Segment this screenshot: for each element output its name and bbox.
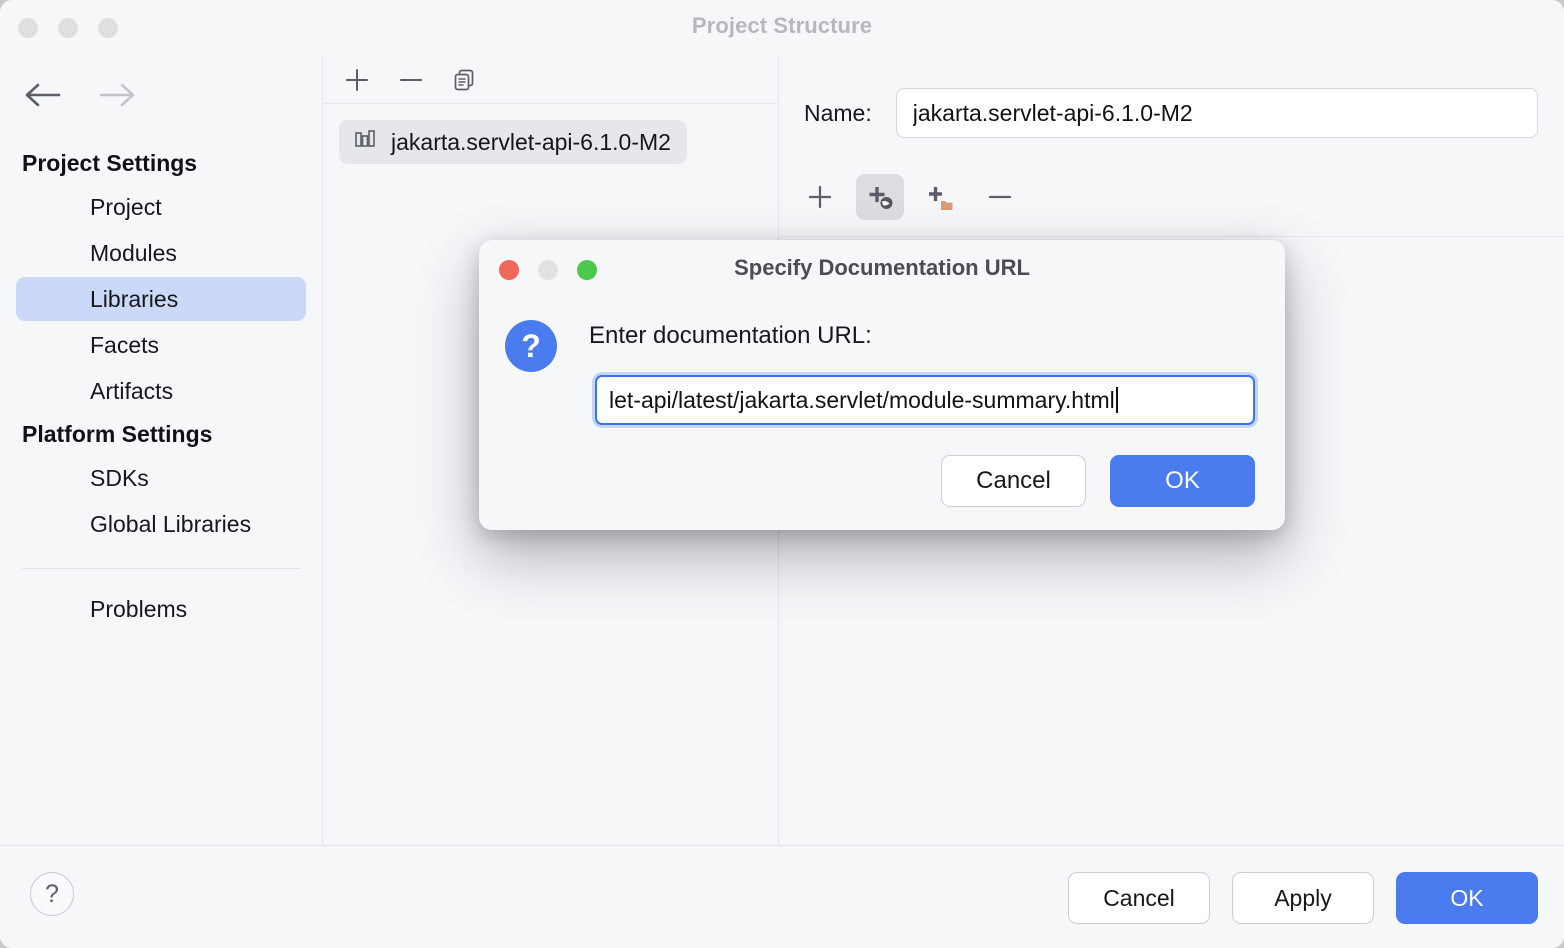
sidebar-list: Project Settings Project Modules Librari… — [0, 142, 322, 633]
sidebar-divider — [22, 568, 300, 569]
sidebar-item-project[interactable]: Project — [16, 185, 306, 229]
sidebar-item-global-libraries[interactable]: Global Libraries — [16, 502, 306, 546]
dialog-ok-button[interactable]: OK — [1110, 455, 1255, 507]
sidebar-item-libraries[interactable]: Libraries — [16, 277, 306, 321]
minus-icon[interactable] — [976, 174, 1024, 220]
minus-icon[interactable] — [391, 62, 431, 98]
dialog-prompt-label: Enter documentation URL: — [589, 322, 872, 350]
arrow-left-icon[interactable] — [22, 74, 64, 116]
dialog-bottom-bar: ? Cancel Apply OK — [0, 845, 1564, 948]
libraries-toolbar — [323, 56, 778, 104]
apply-button[interactable]: Apply — [1232, 872, 1374, 924]
roots-divider — [780, 236, 1564, 237]
dialog-title: Specify Documentation URL — [479, 255, 1285, 281]
name-row: Name: — [804, 88, 1538, 138]
sidebar-item-sdks[interactable]: SDKs — [16, 456, 306, 500]
name-input[interactable] — [896, 88, 1538, 138]
library-item-label: jakarta.servlet-api-6.1.0-M2 — [391, 129, 671, 156]
sidebar-item-problems[interactable]: Problems — [16, 587, 306, 631]
ok-button[interactable]: OK — [1396, 872, 1538, 924]
plus-folder-icon[interactable] — [916, 174, 964, 220]
plus-icon[interactable] — [337, 62, 377, 98]
name-label: Name: — [804, 100, 872, 127]
roots-toolbar — [796, 174, 1024, 220]
copy-icon[interactable] — [445, 62, 485, 98]
navigation-controls — [22, 74, 138, 116]
window-title: Project Structure — [0, 13, 1564, 39]
documentation-url-input[interactable]: let-api/latest/jakarta.servlet/module-su… — [595, 375, 1255, 425]
library-icon — [353, 127, 377, 157]
sidebar-item-facets[interactable]: Facets — [16, 323, 306, 367]
window-titlebar: Project Structure — [0, 0, 1564, 56]
cancel-button[interactable]: Cancel — [1068, 872, 1210, 924]
help-button[interactable]: ? — [30, 872, 74, 916]
sidebar-group-project-settings: Project Settings — [0, 144, 322, 183]
list-item[interactable]: jakarta.servlet-api-6.1.0-M2 — [339, 120, 687, 164]
project-structure-window: Project Structure Project Settings Proje… — [0, 0, 1564, 948]
arrow-right-icon[interactable] — [96, 74, 138, 116]
settings-sidebar: Project Settings Project Modules Librari… — [0, 56, 322, 845]
question-mark-icon: ? — [505, 320, 557, 372]
sidebar-item-artifacts[interactable]: Artifacts — [16, 369, 306, 413]
text-caret — [1116, 387, 1118, 413]
libraries-list: jakarta.servlet-api-6.1.0-M2 — [323, 104, 778, 164]
url-input-value: let-api/latest/jakarta.servlet/module-su… — [609, 387, 1115, 414]
sidebar-item-modules[interactable]: Modules — [16, 231, 306, 275]
dialog-cancel-button[interactable]: Cancel — [941, 455, 1086, 507]
sidebar-group-platform-settings: Platform Settings — [0, 415, 322, 454]
plus-globe-icon[interactable] — [856, 174, 904, 220]
bottom-action-buttons: Cancel Apply OK — [1068, 872, 1538, 924]
plus-icon[interactable] — [796, 174, 844, 220]
dialog-action-buttons: Cancel OK — [941, 455, 1255, 507]
